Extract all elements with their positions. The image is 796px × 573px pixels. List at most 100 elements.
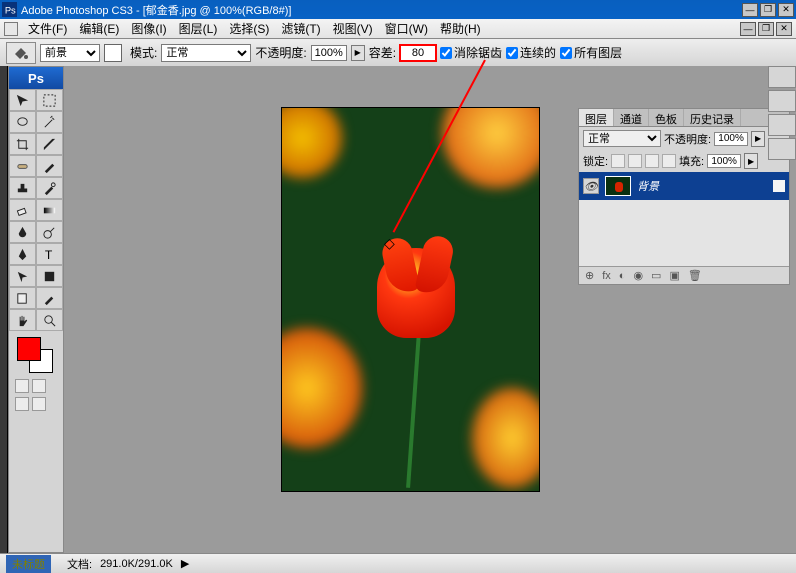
app-icon: Ps xyxy=(2,2,17,17)
tolerance-input[interactable] xyxy=(400,45,436,61)
doc-restore-button[interactable]: ❐ xyxy=(758,22,774,36)
screenmode-3-icon[interactable] xyxy=(32,397,46,411)
dock-gutter[interactable] xyxy=(0,66,8,553)
doc-menu-icon[interactable] xyxy=(4,22,18,36)
menu-layer[interactable]: 图层(L) xyxy=(173,20,224,37)
history-brush-icon[interactable] xyxy=(36,177,63,199)
menu-select[interactable]: 选择(S) xyxy=(223,20,275,37)
type-tool-icon[interactable]: T xyxy=(36,243,63,265)
opacity-input[interactable] xyxy=(311,45,347,61)
lock-label: 锁定: xyxy=(583,153,608,169)
menu-file[interactable]: 文件(F) xyxy=(22,20,73,37)
menu-help[interactable]: 帮助(H) xyxy=(434,20,487,37)
layer-row-bg[interactable]: 👁 背景 xyxy=(579,172,789,200)
layer-opacity-label: 不透明度: xyxy=(664,131,711,147)
mode-label: 模式: xyxy=(130,44,157,61)
hand-tool-icon[interactable] xyxy=(9,309,36,331)
menu-image[interactable]: 图像(I) xyxy=(125,20,172,37)
wand-tool-icon[interactable] xyxy=(36,111,63,133)
close-button[interactable]: ✕ xyxy=(778,3,794,17)
fill-input[interactable] xyxy=(707,154,741,168)
menu-window[interactable]: 窗口(W) xyxy=(379,20,434,37)
screenmode-2-icon[interactable] xyxy=(15,397,29,411)
pen-tool-icon[interactable] xyxy=(9,243,36,265)
opacity-label: 不透明度: xyxy=(255,44,306,61)
path-select-icon[interactable] xyxy=(9,265,36,287)
eyedropper-icon[interactable] xyxy=(36,287,63,309)
status-tab[interactable]: 未标题 xyxy=(6,555,51,573)
menu-filter[interactable]: 滤镜(T) xyxy=(275,20,326,37)
eraser-tool-icon[interactable] xyxy=(9,199,36,221)
paint-bucket-icon[interactable] xyxy=(6,42,36,64)
marquee-tool-icon[interactable] xyxy=(36,89,63,111)
lasso-tool-icon[interactable] xyxy=(9,111,36,133)
layers-panel-footer: ⊕ fx ◐ ◉ ▭ ▣ 🗑 xyxy=(579,266,789,284)
foreground-color[interactable] xyxy=(17,337,41,361)
layer-list-empty xyxy=(579,200,789,266)
trash-icon[interactable]: 🗑 xyxy=(688,269,702,282)
menu-view[interactable]: 视图(V) xyxy=(327,20,379,37)
crop-tool-icon[interactable] xyxy=(9,133,36,155)
minimize-button[interactable]: — xyxy=(742,3,758,17)
right-rail xyxy=(768,66,796,160)
dodge-tool-icon[interactable] xyxy=(36,221,63,243)
brush-tool-icon[interactable] xyxy=(36,155,63,177)
menu-bar: 文件(F) 编辑(E) 图像(I) 图层(L) 选择(S) 滤镜(T) 视图(V… xyxy=(0,19,796,39)
doc-min-button[interactable]: — xyxy=(740,22,756,36)
rail-nav-icon[interactable] xyxy=(768,66,796,88)
document-canvas[interactable] xyxy=(282,108,539,491)
notes-tool-icon[interactable] xyxy=(9,287,36,309)
blend-mode-select[interactable]: 正常 xyxy=(583,130,661,147)
fill-source-select[interactable]: 前景 xyxy=(40,44,100,62)
blur-tool-icon[interactable] xyxy=(9,221,36,243)
layer-opacity-stepper-icon[interactable]: ▶ xyxy=(751,131,765,147)
contiguous-check[interactable]: 连续的 xyxy=(506,44,556,61)
restore-button[interactable]: ❐ xyxy=(760,3,776,17)
new-layer-icon[interactable]: ▣ xyxy=(669,269,679,282)
app-title: Adobe Photoshop CS3 - [郁金香.jpg @ 100%(RG… xyxy=(21,2,291,18)
lock-all-icon[interactable] xyxy=(645,154,659,168)
lock-pixels-icon[interactable] xyxy=(611,154,625,168)
quickmask-icon[interactable] xyxy=(15,379,29,393)
link-layers-icon[interactable]: ⊕ xyxy=(585,269,594,282)
status-menu-icon[interactable]: ▶ xyxy=(181,557,189,570)
lock-position-icon[interactable] xyxy=(628,154,642,168)
doc-size-value: 291.0K/291.0K xyxy=(100,558,173,570)
gradient-tool-icon[interactable] xyxy=(36,199,63,221)
pattern-swatch[interactable] xyxy=(104,44,122,62)
doc-close-button[interactable]: ✕ xyxy=(776,22,792,36)
fx-icon[interactable]: fx xyxy=(602,270,611,282)
screenmode-icon[interactable] xyxy=(32,379,46,393)
mode-select[interactable]: 正常 xyxy=(161,44,251,62)
heal-tool-icon[interactable] xyxy=(9,155,36,177)
toolbox: Ps T xyxy=(8,66,64,553)
adjust-icon[interactable]: ◉ xyxy=(633,269,643,282)
rail-styles-icon[interactable] xyxy=(768,138,796,160)
move-tool-icon[interactable] xyxy=(9,89,36,111)
antialias-check[interactable]: 消除锯齿 xyxy=(440,44,502,61)
all-layers-check[interactable]: 所有图层 xyxy=(560,44,622,61)
layer-opacity-input[interactable] xyxy=(714,132,748,146)
tab-layers[interactable]: 图层 xyxy=(579,109,614,126)
slice-tool-icon[interactable] xyxy=(36,133,63,155)
group-icon[interactable]: ▭ xyxy=(651,269,661,282)
layers-panel: 图层 通道 色板 历史记录 正常 不透明度: ▶ 锁定: xyxy=(578,108,790,285)
status-bar: 未标题 文档: 291.0K/291.0K ▶ xyxy=(0,553,796,573)
zoom-tool-icon[interactable] xyxy=(36,309,63,331)
tab-history[interactable]: 历史记录 xyxy=(684,109,741,126)
tab-swatches[interactable]: 色板 xyxy=(649,109,684,126)
rail-color-icon[interactable] xyxy=(768,90,796,112)
opacity-stepper-icon[interactable]: ▶ xyxy=(351,45,365,61)
svg-text:Ps: Ps xyxy=(5,5,16,15)
fill-stepper-icon[interactable]: ▶ xyxy=(744,153,758,169)
lock-extra-icon[interactable] xyxy=(662,154,676,168)
menu-edit[interactable]: 编辑(E) xyxy=(73,20,125,37)
visibility-eye-icon[interactable]: 👁 xyxy=(583,178,599,194)
canvas-area[interactable]: 图层 通道 色板 历史记录 正常 不透明度: ▶ 锁定: xyxy=(64,66,796,553)
mask-icon[interactable]: ◐ xyxy=(619,270,626,282)
tab-channels[interactable]: 通道 xyxy=(614,109,649,126)
rail-swatch-icon[interactable] xyxy=(768,114,796,136)
shape-tool-icon[interactable] xyxy=(36,265,63,287)
layer-thumbnail[interactable] xyxy=(605,176,631,196)
stamp-tool-icon[interactable] xyxy=(9,177,36,199)
